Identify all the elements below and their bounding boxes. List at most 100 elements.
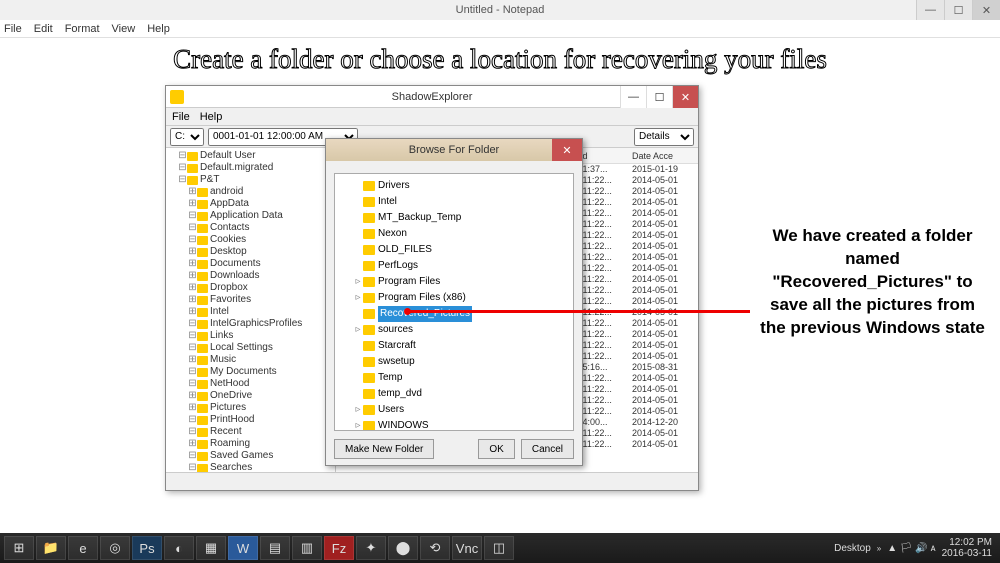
tree-node[interactable]: ⊟Default User: [168, 150, 333, 162]
bff-folder-tree[interactable]: DriversIntelMT_Backup_TempNexonOLD_FILES…: [334, 173, 574, 431]
tree-node[interactable]: ⊟P&T: [168, 174, 333, 186]
cancel-button[interactable]: Cancel: [521, 439, 574, 459]
close-button[interactable]: ✕: [972, 0, 1000, 20]
instruction-headline: Create a folder or choose a location for…: [0, 44, 1000, 75]
tree-node[interactable]: ⊞android: [168, 186, 333, 198]
se-app-icon: [170, 90, 184, 104]
bff-folder-item[interactable]: Nexon: [337, 226, 571, 242]
notepad-menu-help[interactable]: Help: [147, 23, 170, 35]
view-select[interactable]: Details: [634, 128, 694, 146]
make-new-folder-button[interactable]: Make New Folder: [334, 439, 434, 459]
se-maximize-button[interactable]: ☐: [646, 86, 672, 108]
task-app2[interactable]: ▦: [196, 536, 226, 560]
tree-node[interactable]: ⊞OneDrive: [168, 390, 333, 402]
task-ie[interactable]: e: [68, 536, 98, 560]
se-menu-help[interactable]: Help: [200, 111, 223, 123]
bff-folder-item[interactable]: temp_dvd: [337, 386, 571, 402]
se-folder-tree[interactable]: ⊟Default User⊟Default.migrated⊟P&T⊞andro…: [166, 148, 336, 472]
browse-for-folder-dialog: Browse For Folder ✕ DriversIntelMT_Backu…: [325, 138, 583, 466]
bff-folder-item[interactable]: swsetup: [337, 354, 571, 370]
se-minimize-button[interactable]: —: [620, 86, 646, 108]
tree-node[interactable]: ⊟Local Settings: [168, 342, 333, 354]
tree-node[interactable]: ⊟Application Data: [168, 210, 333, 222]
tree-node[interactable]: ⊟PrintHood: [168, 414, 333, 426]
bff-title: Browse For Folder: [409, 144, 499, 156]
tree-node[interactable]: ⊟Searches: [168, 462, 333, 472]
tree-node[interactable]: ⊟NetHood: [168, 378, 333, 390]
tree-node[interactable]: ⊟Contacts: [168, 222, 333, 234]
taskbar-clock[interactable]: 12:02 PM 2016-03-11: [942, 537, 996, 559]
notepad-menu-file[interactable]: File: [4, 23, 22, 35]
notepad-menu-edit[interactable]: Edit: [34, 23, 53, 35]
tree-node[interactable]: ⊞Dropbox: [168, 282, 333, 294]
tree-node[interactable]: ⊞Pictures: [168, 402, 333, 414]
bff-folder-item[interactable]: ▹WINDOWS: [337, 418, 571, 431]
task-chrome[interactable]: ◎: [100, 536, 130, 560]
tree-node[interactable]: ⊞Documents: [168, 258, 333, 270]
tree-node[interactable]: ⊞Favorites: [168, 294, 333, 306]
tree-node[interactable]: ⊞Intel: [168, 306, 333, 318]
annotation-text: We have created a folder named "Recovere…: [760, 225, 985, 340]
se-menu-file[interactable]: File: [172, 111, 190, 123]
task-explorer[interactable]: 📁: [36, 536, 66, 560]
bff-folder-item[interactable]: Recovered_Pictures: [337, 306, 571, 322]
tree-node[interactable]: ⊟Saved Games: [168, 450, 333, 462]
tray-icons[interactable]: ▲ 🏳 🔊 ᴀ: [887, 543, 935, 554]
bff-folder-item[interactable]: ▹sources: [337, 322, 571, 338]
task-app6[interactable]: ◫: [484, 536, 514, 560]
tree-node[interactable]: ⊟My Documents: [168, 366, 333, 378]
tree-node[interactable]: ⊟Links: [168, 330, 333, 342]
maximize-button[interactable]: ☐: [944, 0, 972, 20]
bff-folder-item[interactable]: MT_Backup_Temp: [337, 210, 571, 226]
se-titlebar: ShadowExplorer — ☐ ✕: [166, 86, 698, 108]
annotation-arrow: [410, 310, 750, 313]
bff-close-button[interactable]: ✕: [552, 139, 582, 161]
notepad-menu-format[interactable]: Format: [65, 23, 100, 35]
bff-folder-item[interactable]: Starcraft: [337, 338, 571, 354]
tree-node[interactable]: ⊞Downloads: [168, 270, 333, 282]
bff-folder-item[interactable]: PerfLogs: [337, 258, 571, 274]
se-menubar: File Help: [166, 108, 698, 126]
se-title: ShadowExplorer: [392, 91, 473, 103]
bff-folder-item[interactable]: OLD_FILES: [337, 242, 571, 258]
se-statusbar: [166, 472, 698, 490]
task-app3[interactable]: ▤: [260, 536, 290, 560]
taskbar: ⊞ 📁 e ◎ Ps ◐ ▦ W ▤ ▥ Fz ✦ ⬤ ⟲ Vnc ◫ Desk…: [0, 533, 1000, 563]
task-photoshop[interactable]: Ps: [132, 536, 162, 560]
bff-folder-item[interactable]: ▹Program Files: [337, 274, 571, 290]
notepad-menubar: File Edit Format View Help: [0, 20, 1000, 38]
task-word[interactable]: W: [228, 536, 258, 560]
ok-button[interactable]: OK: [478, 439, 514, 459]
task-app5[interactable]: ⬤: [388, 536, 418, 560]
task-app1[interactable]: ◐: [164, 536, 194, 560]
tree-node[interactable]: ⊞AppData: [168, 198, 333, 210]
task-app4[interactable]: ✦: [356, 536, 386, 560]
task-vnc[interactable]: Vnc: [452, 536, 482, 560]
notepad-titlebar: Untitled - Notepad — ☐ ✕: [0, 0, 1000, 20]
bff-folder-item[interactable]: ▹Program Files (x86): [337, 290, 571, 306]
tree-node[interactable]: ⊟Cookies: [168, 234, 333, 246]
tree-node[interactable]: ⊞Roaming: [168, 438, 333, 450]
task-teamviewer[interactable]: ⟲: [420, 536, 450, 560]
col-date-accessed[interactable]: Date Acce: [632, 151, 688, 161]
bff-folder-item[interactable]: Drivers: [337, 178, 571, 194]
tree-node[interactable]: ⊟IntelGraphicsProfiles: [168, 318, 333, 330]
bff-folder-item[interactable]: ▹Users: [337, 402, 571, 418]
notepad-title: Untitled - Notepad: [456, 4, 545, 16]
minimize-button[interactable]: —: [916, 0, 944, 20]
bff-folder-item[interactable]: Intel: [337, 194, 571, 210]
task-filezilla[interactable]: Fz: [324, 536, 354, 560]
tree-node[interactable]: ⊟Default.migrated: [168, 162, 333, 174]
notepad-menu-view[interactable]: View: [112, 23, 136, 35]
tree-node[interactable]: ⊟Recent: [168, 426, 333, 438]
drive-select[interactable]: C:: [170, 128, 204, 146]
tree-node[interactable]: ⊞Desktop: [168, 246, 333, 258]
start-button[interactable]: ⊞: [4, 536, 34, 560]
system-tray[interactable]: Desktop » ▲ 🏳 🔊 ᴀ 12:02 PM 2016-03-11: [834, 537, 996, 559]
bff-titlebar: Browse For Folder ✕: [326, 139, 582, 161]
bff-folder-item[interactable]: Temp: [337, 370, 571, 386]
tree-node[interactable]: ⊞Music: [168, 354, 333, 366]
se-close-button[interactable]: ✕: [672, 86, 698, 108]
tray-desktop-toolbar[interactable]: Desktop: [834, 543, 871, 554]
task-calc[interactable]: ▥: [292, 536, 322, 560]
